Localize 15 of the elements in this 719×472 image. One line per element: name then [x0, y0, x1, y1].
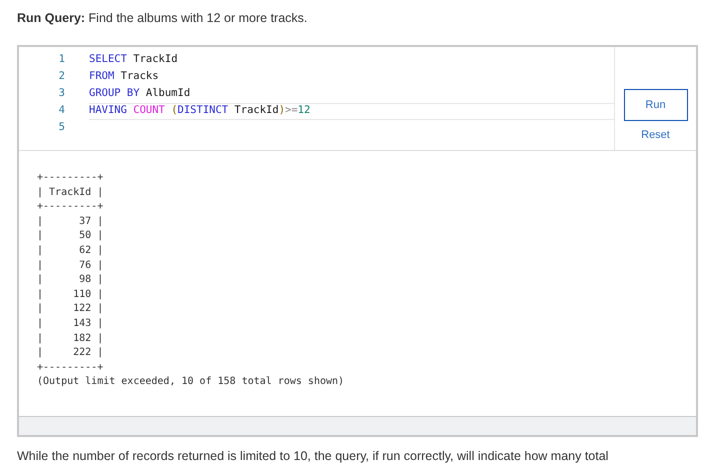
run-button[interactable]: Run [624, 89, 688, 121]
code-line: FROM Tracks [89, 68, 159, 84]
code-line: SELECT TrackId [89, 52, 178, 67]
line-number: 4 [58, 103, 66, 118]
query-output: +---------+ | TrackId | +---------+ | 37 | | 50 | | 62 | | 76 | | 98 | | 110 | | 122 | | 143 | | 182 | | 222 | +---------+ (Output limit exceeded, 10 of 158 total rows shown) [37, 171, 344, 390]
footer-text: While the number of records returned is limited to 10, the query, if run correctly, will indicate how many total [17, 448, 610, 465]
code-line: GROUP BY AlbumId [89, 86, 190, 102]
code-line: HAVING COUNT (DISTINCT TrackId)>=12 [89, 103, 310, 118]
line-number: 3 [58, 86, 66, 102]
line-number: 2 [58, 68, 66, 84]
query-prompt: Run Query: Find the albums with 12 or more tracks. [17, 10, 308, 27]
line-number: 5 [58, 120, 66, 136]
code-editor[interactable]: 1 SELECT TrackId 2 FROM Tracks 3 GROUP BY AlbumId 4 HAVING COUNT (DISTINCT TrackId)>=12 5 [19, 47, 614, 150]
reset-link[interactable]: Reset [641, 127, 670, 144]
line-number: 1 [58, 52, 66, 67]
